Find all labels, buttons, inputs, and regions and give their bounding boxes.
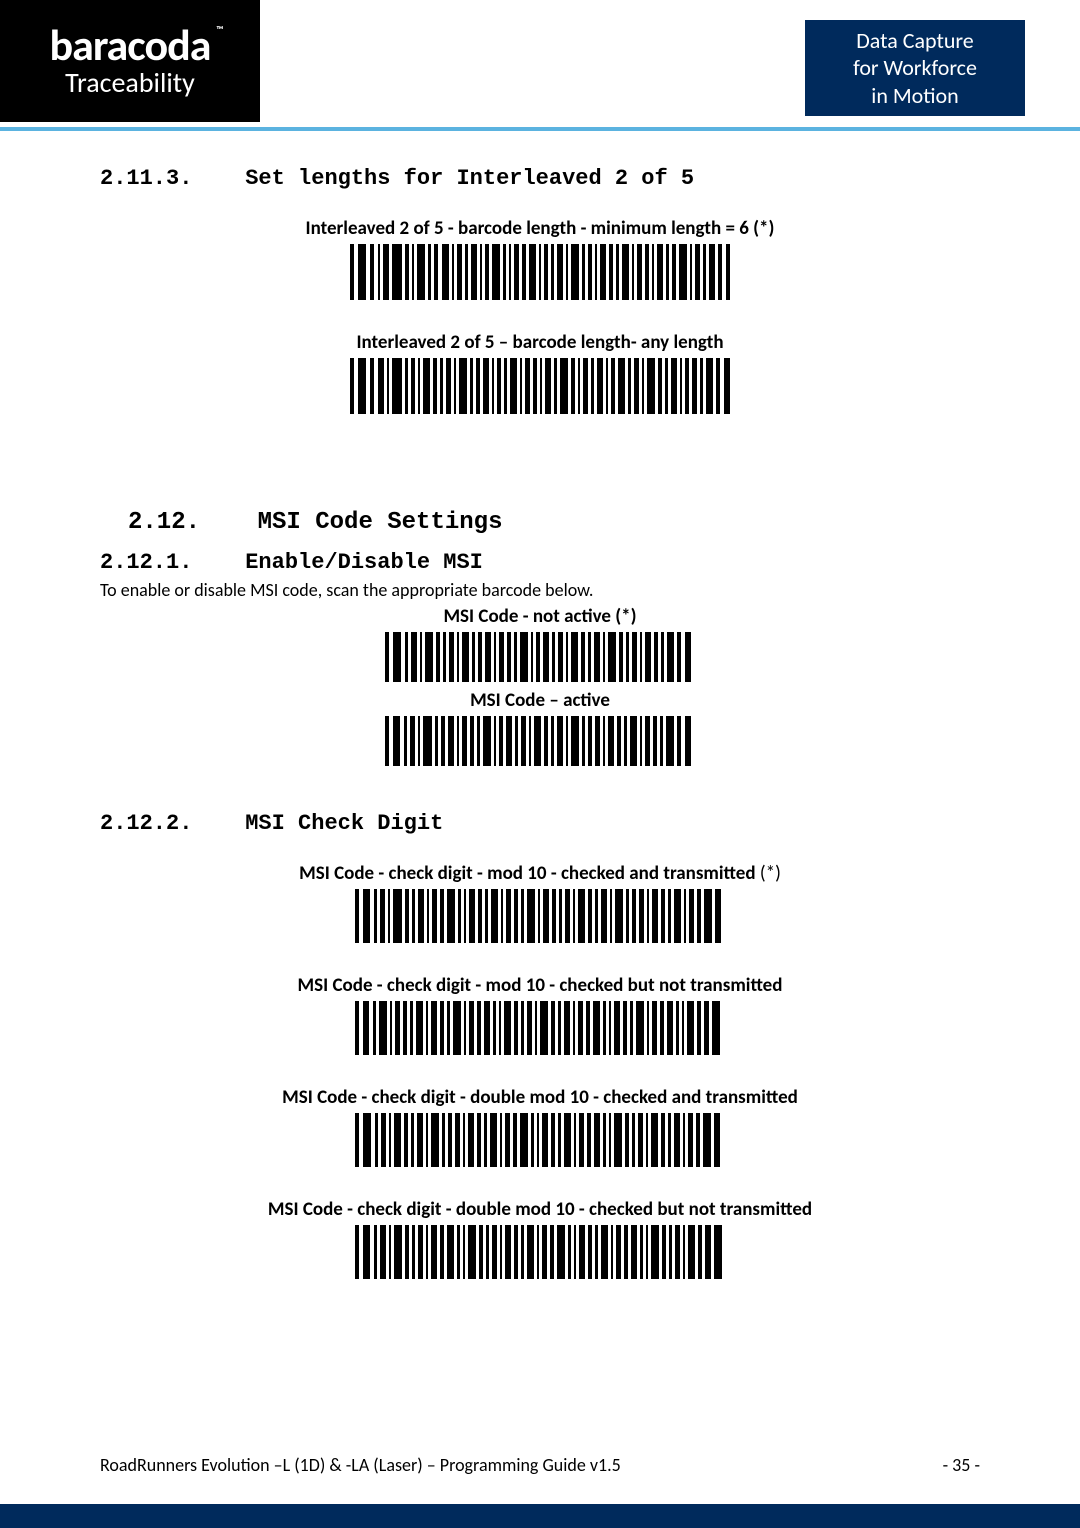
- barcode-item: MSI Code - check digit - mod 10 - checke…: [100, 974, 980, 1060]
- footer: RoadRunners Evolution –L (1D) & -LA (Las…: [100, 1454, 980, 1476]
- barcode-item: MSI Code - check digit - mod 10 - checke…: [100, 862, 980, 948]
- barcode-label: MSI Code - check digit - double mod 10 -…: [100, 1086, 980, 1109]
- tagline-line: Data Capture: [805, 27, 1025, 55]
- section-title: MSI Code Settings: [258, 509, 503, 536]
- barcode-item: MSI Code - check digit - double mod 10 -…: [100, 1198, 980, 1284]
- section-number: 2.11.3.: [100, 166, 192, 191]
- section-title: Enable/Disable MSI: [245, 550, 483, 575]
- header: baracoda ™ Traceability Data Capture for…: [0, 0, 1080, 130]
- barcode-icon: [385, 632, 695, 682]
- barcode-icon: [355, 1001, 725, 1055]
- section-heading-2-12-1: 2.12.1. Enable/Disable MSI: [100, 550, 980, 575]
- tagline-line: for Workforce: [805, 54, 1025, 82]
- barcode-label: MSI Code - check digit - mod 10 - checke…: [100, 862, 980, 885]
- content: 2.11.3. Set lengths for Interleaved 2 of…: [0, 130, 1080, 1284]
- footer-page-number: - 35 -: [943, 1454, 980, 1476]
- barcode-icon: [385, 716, 695, 766]
- tagline-line: in Motion: [805, 82, 1025, 110]
- page: baracoda ™ Traceability Data Capture for…: [0, 0, 1080, 1528]
- brand-text: baracoda: [50, 18, 211, 72]
- barcode-label-text: MSI Code - check digit - mod 10 - checke…: [299, 862, 755, 885]
- brand-name: baracoda ™: [50, 23, 211, 67]
- barcode-item: Interleaved 2 of 5 – barcode length- any…: [100, 331, 980, 419]
- barcode-icon: [350, 358, 730, 414]
- barcode-label: MSI Code - check digit - double mod 10 -…: [100, 1198, 980, 1221]
- barcode-label: Interleaved 2 of 5 – barcode length- any…: [100, 331, 980, 354]
- footer-stripe: [0, 1504, 1080, 1528]
- section-number: 2.12.1.: [100, 550, 192, 575]
- paragraph: To enable or disable MSI code, scan the …: [100, 579, 980, 601]
- section-number: 2.12.: [128, 509, 200, 536]
- section-title: Set lengths for Interleaved 2 of 5: [245, 166, 694, 191]
- barcode-label: MSI Code – active: [100, 689, 980, 712]
- section-heading-2-11-3: 2.11.3. Set lengths for Interleaved 2 of…: [100, 166, 980, 191]
- barcode-item: MSI Code - not active (*) MSI Code – act…: [100, 605, 980, 771]
- barcode-item: Interleaved 2 of 5 - barcode length - mi…: [100, 217, 980, 305]
- trademark: ™: [216, 25, 222, 35]
- barcode-item: MSI Code - check digit - double mod 10 -…: [100, 1086, 980, 1172]
- section-title: MSI Check Digit: [245, 811, 443, 836]
- barcode-icon: [355, 889, 725, 943]
- section-heading-2-12: 2.12. MSI Code Settings: [128, 509, 980, 536]
- barcode-label: Interleaved 2 of 5 - barcode length - mi…: [100, 217, 980, 240]
- barcode-icon: [355, 1225, 725, 1279]
- barcode-icon: [350, 244, 730, 300]
- logo: baracoda ™ Traceability: [0, 0, 260, 122]
- footer-left: RoadRunners Evolution –L (1D) & -LA (Las…: [100, 1454, 621, 1476]
- barcode-icon: [355, 1113, 725, 1167]
- section-number: 2.12.2.: [100, 811, 192, 836]
- barcode-label: MSI Code - check digit - mod 10 - checke…: [100, 974, 980, 997]
- tagline: Data Capture for Workforce in Motion: [805, 20, 1025, 116]
- default-marker: (*): [756, 862, 781, 885]
- section-heading-2-12-2: 2.12.2. MSI Check Digit: [100, 811, 980, 836]
- header-divider: [0, 127, 1080, 131]
- barcode-label: MSI Code - not active (*): [100, 605, 980, 628]
